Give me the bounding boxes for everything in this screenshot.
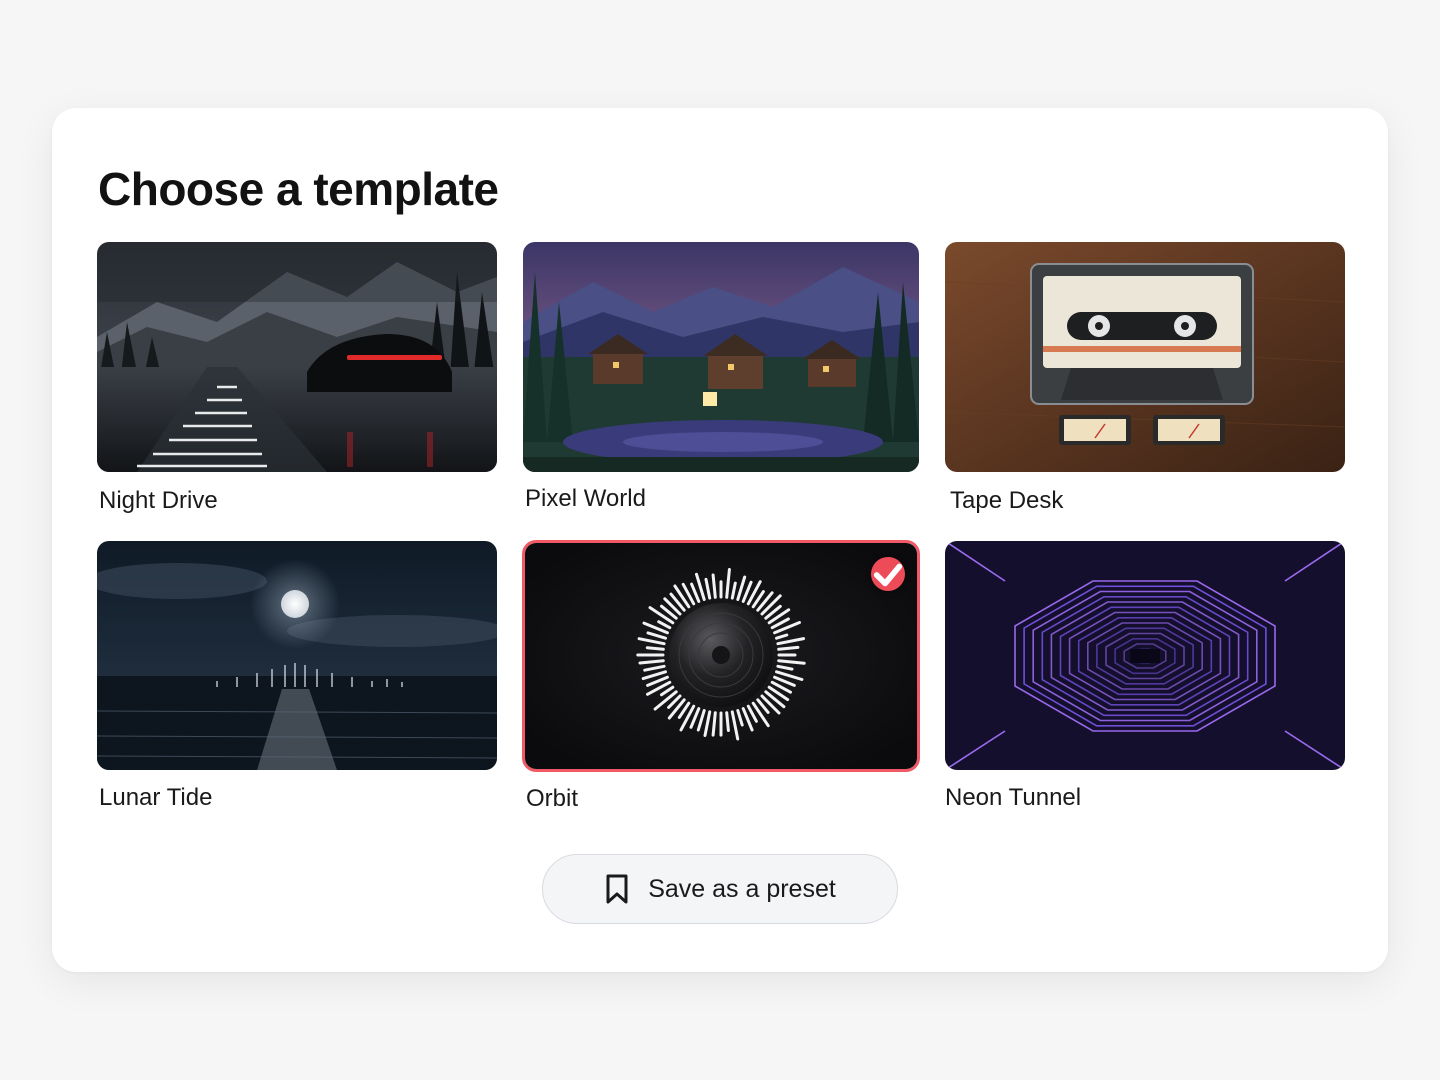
template-label: Neon Tunnel: [945, 784, 1082, 811]
tape-desk-image: [945, 242, 1345, 472]
neon-tunnel-image: [945, 541, 1345, 770]
template-thumbnail: [522, 540, 920, 772]
template-label: Tape Desk: [950, 487, 1064, 514]
selected-check-icon: [871, 557, 905, 591]
template-thumbnail: [97, 541, 497, 770]
save-preset-label: Save as a preset: [648, 874, 836, 903]
template-thumbnail: [945, 242, 1345, 472]
template-label: Pixel World: [525, 485, 646, 512]
template-label: Night Drive: [99, 487, 218, 514]
template-label: Orbit: [526, 785, 579, 812]
bookmark-icon: [604, 873, 630, 905]
template-card-tape-desk[interactable]: Tape Desk: [945, 242, 1345, 514]
template-card-night-drive[interactable]: Night Drive: [97, 242, 497, 514]
save-preset-button[interactable]: Save as a preset: [542, 854, 898, 924]
template-label: Lunar Tide: [99, 784, 213, 811]
template-card-orbit[interactable]: Orbit: [522, 540, 920, 812]
orbit-image: [525, 543, 917, 769]
template-thumbnail: [97, 242, 497, 472]
template-thumbnail: [945, 541, 1345, 770]
template-card-neon-tunnel[interactable]: Neon Tunnel: [945, 541, 1345, 811]
lunar-tide-image: [97, 541, 497, 770]
template-card-pixel-world[interactable]: Pixel World: [523, 242, 919, 512]
template-card-lunar-tide[interactable]: Lunar Tide: [97, 541, 497, 811]
pixel-world-image: [523, 242, 919, 472]
page-title: Choose a template: [98, 163, 499, 215]
night-drive-image: [97, 242, 497, 472]
template-thumbnail: [523, 242, 919, 472]
